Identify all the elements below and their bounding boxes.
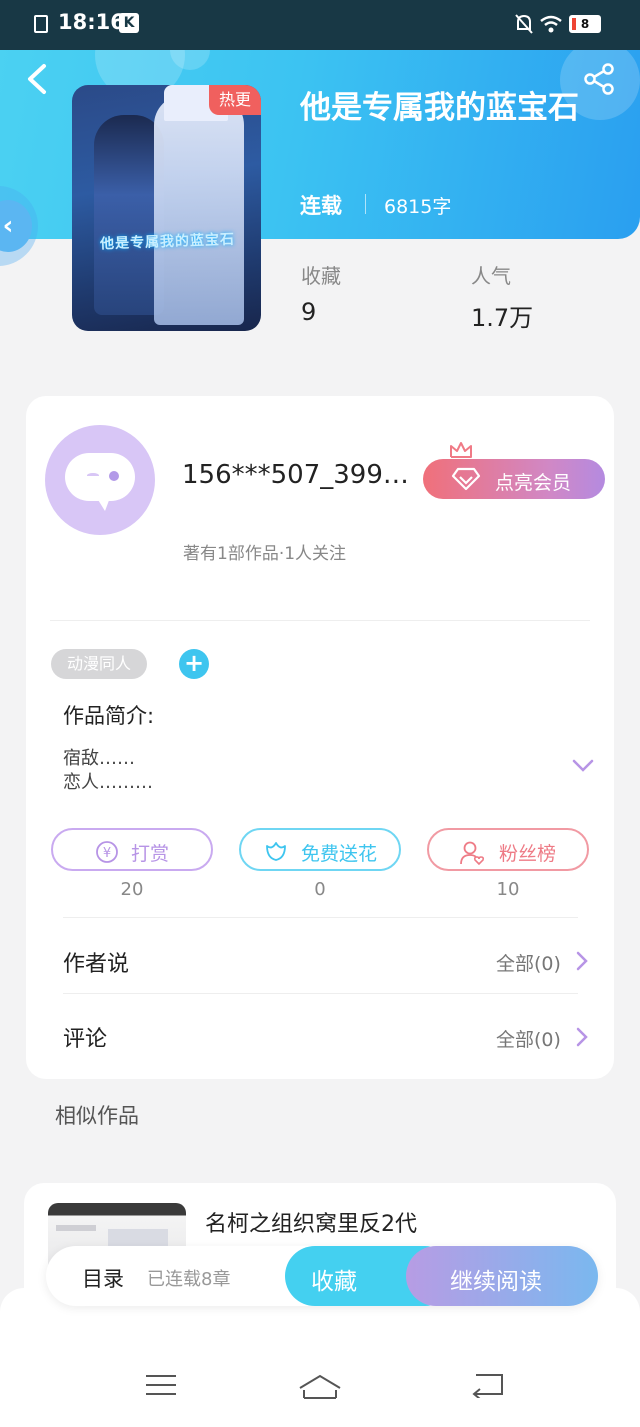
book-title: 他是专属我的蓝宝石 — [300, 90, 579, 126]
comments-title[interactable]: 评论 — [63, 1021, 107, 1053]
send-flower-label: 免费送花 — [301, 843, 378, 865]
continue-reading-label: 继续阅读 — [450, 1269, 542, 1295]
popularity-label: 人气 — [471, 264, 511, 288]
author-says-all[interactable]: 全部(0) — [496, 949, 561, 976]
author-name[interactable]: 156***507_399… — [182, 460, 418, 490]
send-flower-button[interactable]: 免费送花 — [239, 828, 401, 871]
battery-icon: 8 — [569, 15, 601, 33]
word-count: 6815字 — [384, 196, 452, 218]
similar-work-title[interactable]: 名柯之组织窝里反2代 — [205, 1206, 417, 1238]
similar-works-title: 相似作品 — [55, 1104, 139, 1128]
intro-line: 恋人……… — [63, 772, 153, 793]
thumb-detail — [56, 1225, 96, 1231]
author-meta: 著有1部作品·1人关注 — [183, 544, 347, 564]
divider — [63, 917, 578, 918]
reward-label: 打赏 — [131, 843, 170, 865]
intro-title: 作品简介: — [63, 704, 155, 728]
flower-count: 0 — [314, 879, 326, 900]
book-cover[interactable]: 他是专属我的蓝宝石 — [72, 85, 261, 331]
svg-text:¥: ¥ — [103, 846, 111, 861]
vip-label: 点亮会员 — [495, 472, 572, 494]
intro-line: 宿敌…… — [63, 748, 135, 769]
reward-button[interactable]: ¥ 打赏 — [51, 828, 213, 871]
vip-button[interactable]: 点亮会员 — [423, 459, 605, 499]
wifi-icon — [540, 15, 562, 33]
book-status: 连载 — [300, 194, 342, 218]
comments-all[interactable]: 全部(0) — [496, 1025, 561, 1052]
menu-icon[interactable] — [144, 1372, 178, 1398]
status-time: 18:16 — [58, 10, 125, 34]
bell-off-icon — [515, 14, 533, 34]
collapse-icon: ‹ — [0, 200, 32, 252]
toc-button[interactable]: 目录 — [82, 1263, 124, 1293]
divider — [63, 993, 578, 994]
reward-count: 20 — [120, 879, 144, 900]
tag-anime[interactable]: 动漫同人 — [51, 649, 147, 679]
author-avatar[interactable] — [45, 425, 155, 535]
home-icon[interactable] — [298, 1372, 342, 1402]
system-nav-bar — [0, 1288, 640, 1427]
sim-icon — [34, 15, 48, 33]
flower-icon — [266, 842, 286, 861]
author-says-title[interactable]: 作者说 — [63, 946, 129, 978]
avatar-eye — [87, 473, 99, 478]
fan-ranking-label: 粉丝榜 — [499, 843, 557, 865]
continue-reading-button[interactable]: 继续阅读 — [406, 1246, 598, 1306]
add-tag-button[interactable]: + — [179, 649, 209, 679]
avatar-bubble — [65, 453, 135, 501]
chevron-right-icon[interactable] — [575, 1026, 589, 1048]
user-heart-icon — [460, 841, 485, 866]
back-icon[interactable] — [22, 62, 52, 96]
hot-update-badge: 热更 — [209, 85, 261, 115]
favorites-value: 9 — [301, 298, 317, 326]
status-bar: 18:16 K 8 — [0, 0, 640, 50]
crown-icon — [450, 442, 472, 458]
back-nav-icon[interactable] — [470, 1372, 506, 1398]
cover-figure — [154, 95, 244, 325]
app-k-icon: K — [119, 13, 139, 33]
favorites-label: 收藏 — [301, 264, 341, 288]
chevron-right-icon[interactable] — [575, 950, 589, 972]
favorite-label: 收藏 — [311, 1269, 357, 1295]
avatar-bubble-tail — [95, 495, 111, 511]
fan-ranking-button[interactable]: 粉丝榜 — [427, 828, 589, 871]
fan-count: 10 — [496, 879, 520, 900]
chevron-down-icon[interactable] — [571, 758, 595, 774]
avatar-eye — [109, 471, 119, 481]
diamond-icon — [451, 467, 481, 491]
chapter-count: 已连载8章 — [147, 1269, 231, 1290]
divider — [50, 620, 590, 621]
divider — [365, 194, 366, 214]
popularity-value: 1.7万 — [471, 304, 534, 332]
yen-icon: ¥ — [96, 841, 118, 863]
